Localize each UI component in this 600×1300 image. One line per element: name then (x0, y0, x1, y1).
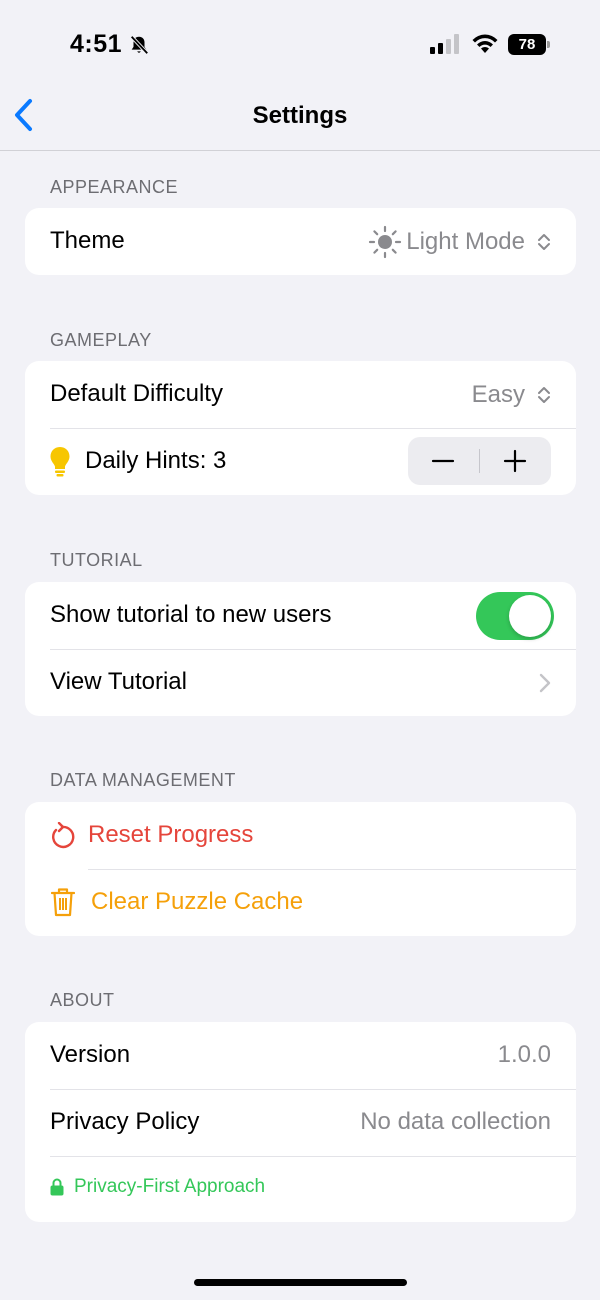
section-header-gameplay: GAMEPLAY (50, 330, 152, 350)
show-tutorial-toggle[interactable] (476, 592, 554, 640)
data-management-card: Reset Progress Clear Puzzle Cache (25, 802, 576, 936)
privacy-policy-value: No data collection (360, 1108, 551, 1135)
appearance-card: Theme Light Mode (25, 208, 576, 275)
reset-progress-row[interactable]: Reset Progress (25, 802, 576, 869)
clear-cache-label: Clear Puzzle Cache (91, 888, 304, 915)
privacy-badge-row: Privacy-First Approach (25, 1156, 576, 1222)
clear-cache-row[interactable]: Clear Puzzle Cache (25, 869, 576, 936)
gameplay-card: Default Difficulty Easy Daily Hints: 3 (25, 361, 576, 495)
bell-slash-icon (130, 35, 149, 55)
version-value: 1.0.0 (497, 1041, 551, 1068)
lightbulb-icon (50, 447, 70, 477)
difficulty-picker[interactable]: Easy (472, 379, 551, 411)
privacy-policy-row[interactable]: Privacy Policy No data collection (25, 1089, 576, 1156)
view-tutorial-label: View Tutorial (50, 668, 187, 695)
wifi-icon (472, 34, 498, 53)
difficulty-value: Easy (471, 381, 525, 408)
show-tutorial-row: Show tutorial to new users (25, 582, 576, 649)
home-indicator[interactable] (194, 1279, 407, 1286)
section-header-about: ABOUT (50, 990, 115, 1010)
battery-level: 78 (508, 34, 546, 55)
theme-row[interactable]: Theme Light Mode (25, 208, 576, 275)
about-card: Version 1.0.0 Privacy Policy No data col… (25, 1022, 576, 1222)
toggle-knob (509, 595, 551, 637)
theme-label: Theme (50, 227, 125, 254)
sun-icon (369, 225, 402, 259)
privacy-policy-label: Privacy Policy (50, 1108, 200, 1135)
section-header-data-management: DATA MANAGEMENT (50, 770, 236, 790)
chevron-up-down-icon (538, 387, 550, 403)
tutorial-card: Show tutorial to new users View Tutorial (25, 582, 576, 716)
version-label: Version (50, 1041, 131, 1068)
battery-tip (547, 41, 550, 48)
version-row: Version 1.0.0 (25, 1022, 576, 1089)
chevron-up-down-icon (538, 234, 550, 250)
battery-indicator: 78 (508, 34, 550, 55)
theme-value: Light Mode (406, 228, 525, 255)
plus-icon (503, 449, 527, 473)
reset-progress-label: Reset Progress (88, 821, 254, 848)
navigation-bar: Settings (0, 85, 600, 151)
chevron-right-icon (539, 673, 551, 693)
privacy-badge: Privacy-First Approach (50, 1176, 265, 1198)
hints-row: Daily Hints: 3 (25, 428, 576, 495)
reset-arrow-icon (52, 822, 75, 849)
show-tutorial-label: Show tutorial to new users (50, 601, 332, 628)
view-tutorial-row[interactable]: View Tutorial (25, 649, 576, 716)
difficulty-row[interactable]: Default Difficulty Easy (25, 361, 576, 428)
hints-stepper[interactable] (408, 437, 551, 485)
section-header-tutorial: TUTORIAL (50, 550, 143, 570)
status-bar: 4:51 78 (0, 0, 600, 85)
difficulty-label: Default Difficulty (50, 380, 223, 407)
status-time: 4:51 (70, 30, 123, 58)
stepper-separator (479, 449, 480, 473)
minus-icon (431, 459, 455, 463)
daily-hints-label: Daily Hints: 3 (85, 447, 227, 474)
privacy-badge-text: Privacy-First Approach (74, 1176, 266, 1197)
section-header-appearance: APPEARANCE (50, 177, 179, 197)
lock-icon (50, 1178, 64, 1196)
decrement-button[interactable] (408, 437, 478, 485)
trash-icon (51, 888, 75, 917)
cellular-signal-icon (430, 34, 459, 54)
increment-button[interactable] (481, 437, 551, 485)
page-title: Settings (252, 102, 348, 129)
theme-picker[interactable]: Light Mode (368, 225, 551, 259)
